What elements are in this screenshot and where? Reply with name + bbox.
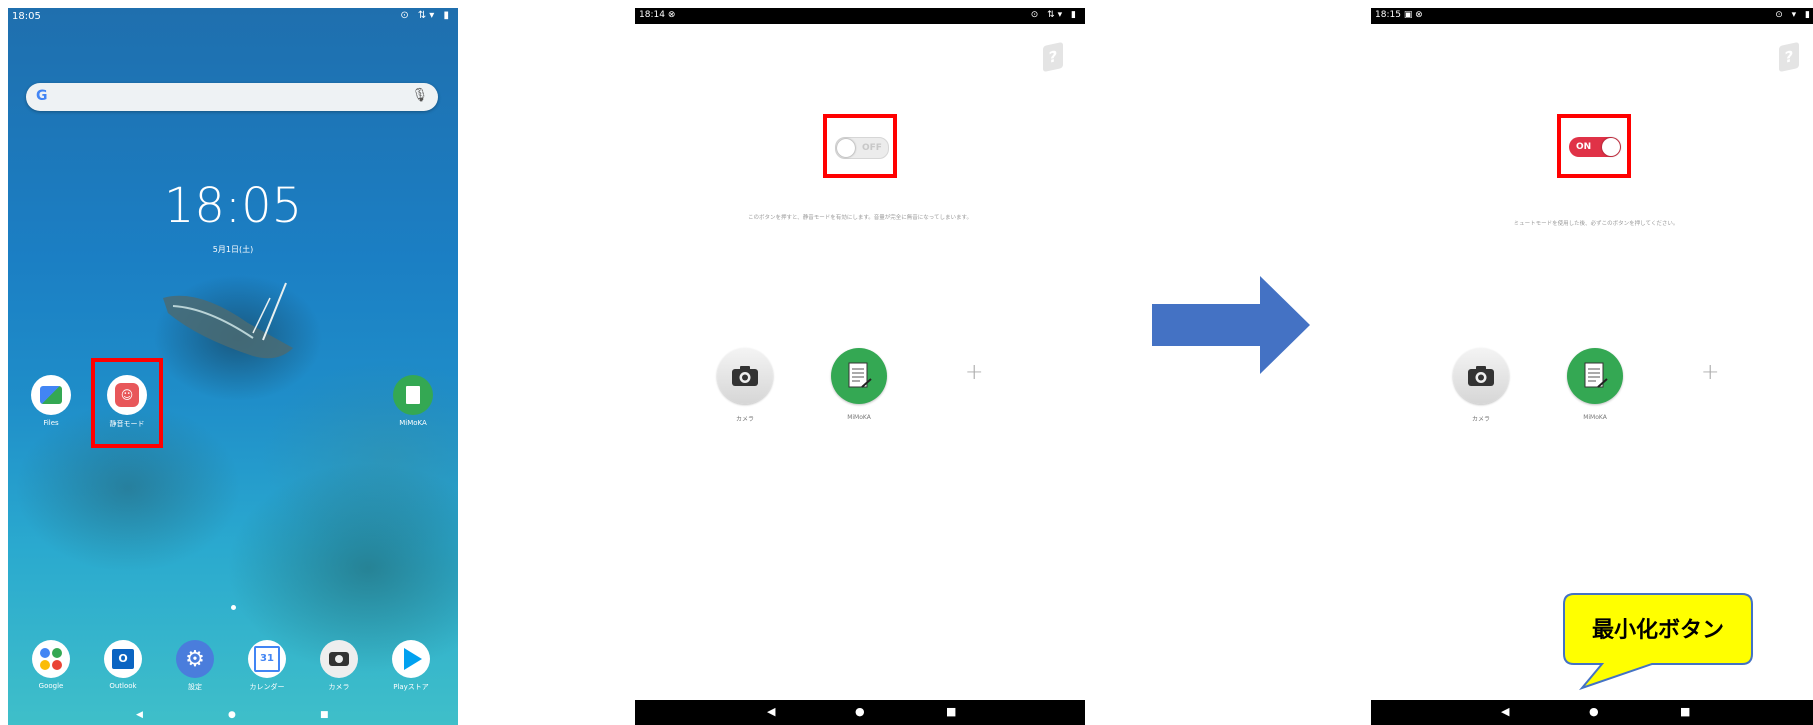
toggle-knob bbox=[1602, 138, 1620, 156]
google-folder-icon bbox=[32, 640, 70, 678]
status-icons: ⊙ ⇅▾ ▮ bbox=[400, 10, 452, 21]
app-label: Playストア bbox=[393, 683, 429, 691]
back-icon[interactable]: ◀ bbox=[136, 710, 143, 720]
silent-mode-toggle[interactable]: ON bbox=[1569, 137, 1621, 157]
app-screen-off: 18:14 ⊗ ⊙ ⇅▾ ▮ ? OFF このボタンを押すと、静音モードを有効に… bbox=[635, 8, 1085, 725]
highlight-box: ON bbox=[1557, 114, 1631, 178]
camera-icon bbox=[320, 640, 358, 678]
mic-icon[interactable]: 🎙 bbox=[411, 88, 428, 103]
mimoka-shortcut[interactable]: MiMoKA bbox=[831, 348, 889, 421]
status-time: 18:14 bbox=[639, 10, 665, 20]
recent-apps-icon[interactable]: ■ bbox=[946, 705, 956, 718]
silent-mode-toggle[interactable]: OFF bbox=[835, 137, 889, 159]
status-bar: 18:14 ⊗ ⊙ ⇅▾ ▮ bbox=[635, 8, 1085, 24]
app-label: 設定 bbox=[188, 683, 202, 691]
app-files[interactable]: Files bbox=[26, 375, 76, 427]
home-clock: 18:05 bbox=[163, 178, 303, 234]
dock-outlook[interactable]: O Outlook bbox=[98, 640, 148, 690]
google-logo-icon: G bbox=[36, 88, 48, 104]
home-date: 5月1日(土) bbox=[212, 245, 254, 254]
right-arrow-icon bbox=[1152, 276, 1310, 374]
status-icons: ⊙ ⇅▾ ▮ bbox=[1030, 10, 1079, 20]
home-screen: 18:05 ⊙ ⇅▾ ▮ G 🎙 18:05 5月1日(土) Files ☺ 静… bbox=[8, 8, 458, 725]
app-label: カレンダー bbox=[249, 683, 285, 691]
help-book-icon[interactable]: ? bbox=[1043, 41, 1063, 73]
add-shortcut-button[interactable]: + bbox=[1701, 360, 1719, 385]
status-time: 18:05 bbox=[12, 11, 41, 22]
toggle-label: OFF bbox=[862, 143, 882, 153]
dock-play-store[interactable]: Playストア bbox=[386, 640, 436, 692]
recent-apps-icon[interactable]: ■ bbox=[1680, 705, 1690, 718]
status-icons: ⊙ ▾ ▮ bbox=[1775, 10, 1813, 20]
calendar-icon: 31 bbox=[248, 640, 286, 678]
back-icon[interactable]: ◀ bbox=[767, 705, 775, 718]
toggle-description: ミュートモードを使用した後、必ずこのボタンを押してください。 bbox=[1513, 221, 1679, 227]
app-label: MiMoKA bbox=[399, 419, 427, 427]
app-silent-mode[interactable]: ☺ 静音モード bbox=[102, 375, 152, 429]
play-store-icon bbox=[392, 640, 430, 678]
toggle-knob bbox=[837, 139, 855, 157]
minimize-button-callout: 最小化ボタン bbox=[1562, 592, 1754, 692]
home-icon[interactable]: ● bbox=[855, 705, 865, 718]
callout-text: 最小化ボタン bbox=[1591, 618, 1724, 643]
app-mimoka[interactable]: MiMoKA bbox=[388, 375, 438, 427]
app-label: Google bbox=[38, 682, 64, 690]
shipwreck-image bbox=[163, 282, 293, 359]
add-shortcut-button[interactable]: + bbox=[965, 360, 983, 385]
page-indicator bbox=[231, 605, 236, 610]
camera-label: カメラ bbox=[735, 416, 754, 423]
mimoka-shortcut[interactable]: MiMoKA bbox=[1567, 348, 1625, 421]
gear-icon: ⚙ bbox=[176, 640, 214, 678]
recent-apps-icon[interactable]: ■ bbox=[320, 710, 329, 720]
back-icon[interactable]: ◀ bbox=[1501, 705, 1509, 718]
camera-icon bbox=[717, 348, 773, 404]
camera-icon bbox=[1453, 348, 1509, 404]
mimoka-icon bbox=[393, 375, 433, 415]
toggle-description: このボタンを押すと、静音モードを有効にします。音量が完全に無音になってしまいます… bbox=[748, 215, 972, 221]
highlight-box: OFF bbox=[823, 114, 897, 178]
navigation-bar: ◀ ● ■ bbox=[8, 708, 458, 725]
mimoka-notepad-icon bbox=[1567, 348, 1623, 404]
status-time: 18:15 bbox=[1375, 10, 1401, 20]
minimize-home-button[interactable]: ● bbox=[1589, 705, 1599, 718]
app-label: Outlook bbox=[109, 682, 137, 690]
camera-label: カメラ bbox=[1471, 416, 1490, 423]
app-label: Files bbox=[43, 419, 59, 427]
dock-camera[interactable]: カメラ bbox=[314, 640, 364, 692]
camera-shortcut[interactable]: カメラ bbox=[1453, 348, 1511, 423]
status-bar: 18:15 ▣ ⊗ ⊙ ▾ ▮ bbox=[1371, 8, 1813, 24]
navigation-bar: ◀ ● ■ bbox=[1371, 700, 1813, 725]
status-notification-icons: ⊗ bbox=[667, 10, 676, 20]
app-label: カメラ bbox=[328, 683, 350, 691]
navigation-bar: ◀ ● ■ bbox=[635, 700, 1085, 725]
dock-calendar[interactable]: 31 カレンダー bbox=[242, 640, 292, 692]
camera-shortcut[interactable]: カメラ bbox=[717, 348, 775, 423]
status-bar: 18:05 ⊙ ⇅▾ ▮ bbox=[8, 8, 458, 26]
status-notification-icons: ▣ ⊗ bbox=[1403, 10, 1423, 20]
help-book-icon[interactable]: ? bbox=[1779, 41, 1799, 73]
app-label: 静音モード bbox=[109, 420, 145, 428]
dock-google[interactable]: Google bbox=[26, 640, 76, 690]
outlook-icon: O bbox=[104, 640, 142, 678]
home-icon[interactable]: ● bbox=[228, 710, 236, 720]
files-icon bbox=[31, 375, 71, 415]
google-search-bar[interactable]: G 🎙 bbox=[26, 83, 438, 111]
mimoka-label: MiMoKA bbox=[847, 414, 871, 421]
silent-mode-icon: ☺ bbox=[107, 375, 147, 415]
mimoka-notepad-icon bbox=[831, 348, 887, 404]
dock-settings[interactable]: ⚙ 設定 bbox=[170, 640, 220, 692]
toggle-label: ON bbox=[1576, 142, 1592, 152]
mimoka-label: MiMoKA bbox=[1583, 414, 1607, 421]
